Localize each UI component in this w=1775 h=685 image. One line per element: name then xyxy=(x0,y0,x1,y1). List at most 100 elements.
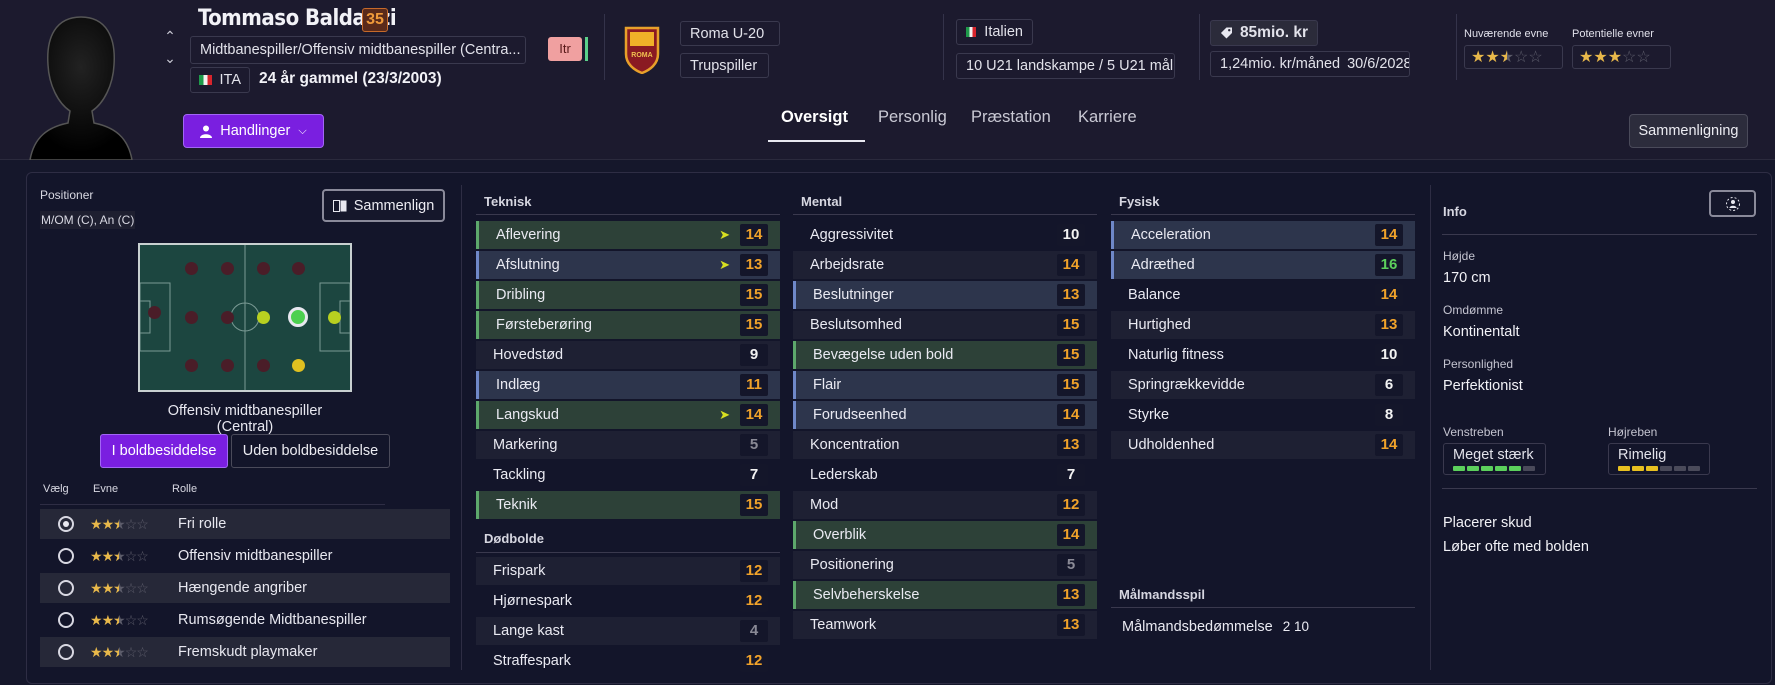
attribute-row[interactable]: Langskud ➤ 14 xyxy=(476,401,780,429)
attribute-row[interactable]: Acceleration 14 xyxy=(1111,221,1415,249)
role-row[interactable]: ★★★★☆☆ Rumsøgende Midtbanespiller xyxy=(40,605,450,635)
role-row[interactable]: ★★★★☆☆ Fremskudt playmaker xyxy=(40,637,450,667)
attribute-name: Adræthed xyxy=(1131,257,1195,273)
nation-code: ITA xyxy=(219,72,241,88)
attribute-row[interactable]: Mod 12 xyxy=(793,491,1097,519)
key-attribute-arrow-icon: ➤ xyxy=(719,257,730,272)
role-radio[interactable] xyxy=(58,644,74,660)
attribute-row[interactable]: Dribling 15 xyxy=(476,281,780,309)
attribute-row[interactable]: Forudseenhed 14 xyxy=(793,401,1097,429)
attribute-row[interactable]: Bevægelse uden bold 15 xyxy=(793,341,1097,369)
positions-value: M/OM (C), An (C) xyxy=(40,211,136,229)
potential-ability-label: Potentielle evner xyxy=(1572,28,1654,40)
star-empty-icon: ☆ xyxy=(1622,49,1637,66)
attribute-row[interactable]: Selvbeherskelse 13 xyxy=(793,581,1097,609)
attribute-name: Udholdenhed xyxy=(1128,437,1215,453)
attribute-row[interactable]: Frispark 12 xyxy=(476,557,780,585)
chevron-down-icon: ⌵ xyxy=(298,124,307,137)
attribute-row[interactable]: Aggressivitet 10 xyxy=(793,221,1097,249)
attribute-row[interactable]: Beslutninger 13 xyxy=(793,281,1097,309)
setpieces-title: Dødbolde xyxy=(484,531,544,546)
italy-flag-icon xyxy=(199,75,212,85)
select-column-header: Vælg xyxy=(43,483,69,495)
attribute-row[interactable]: Beslutsomhed 15 xyxy=(793,311,1097,339)
attribute-name: Mod xyxy=(810,497,839,513)
attribute-name: Koncentration xyxy=(810,437,900,453)
right-foot-bars xyxy=(1618,466,1702,471)
tab-personal[interactable]: Personlig xyxy=(878,108,947,127)
attribute-row[interactable]: Overblik 14 xyxy=(793,521,1097,549)
caps-text: 10 U21 landskampe / 5 U21 mål xyxy=(966,58,1174,74)
compare-positions-button[interactable]: Sammenlign xyxy=(322,189,445,222)
attribute-row[interactable]: Koncentration 13 xyxy=(793,431,1097,459)
attribute-row[interactable]: Arbejdsrate 14 xyxy=(793,251,1097,279)
attribute-row[interactable]: Udholdenhed 14 xyxy=(1111,431,1415,459)
attribute-name: Teamwork xyxy=(810,617,877,633)
previous-player-chevron-icon[interactable]: ⌃ xyxy=(160,28,180,44)
attribute-row[interactable]: Hurtighed 13 xyxy=(1111,311,1415,339)
attribute-name: Teknik xyxy=(496,497,538,513)
actions-button[interactable]: Handlinger ⌵ xyxy=(183,114,324,148)
star-full-icon: ★ xyxy=(90,548,103,564)
role-radio[interactable] xyxy=(58,548,74,564)
attribute-row[interactable]: Teamwork 13 xyxy=(793,611,1097,639)
attribute-row[interactable]: Hovedstød 9 xyxy=(476,341,780,369)
current-ability-stars: ★ ★ ★ ★ ☆ ☆ xyxy=(1464,45,1563,69)
right-foot-label: Højreben xyxy=(1608,425,1658,439)
attribute-row[interactable]: Straffespark 12 xyxy=(476,647,780,675)
wage-text: 1,24mio. kr/måned xyxy=(1220,56,1341,72)
right-foot-box: Rimelig xyxy=(1608,443,1710,475)
attribute-value: 13 xyxy=(1057,434,1085,456)
attribute-row[interactable]: Naturlig fitness 10 xyxy=(1111,341,1415,369)
role-radio[interactable] xyxy=(58,612,74,628)
attribute-row[interactable]: Adræthed 16 xyxy=(1111,251,1415,279)
tab-career[interactable]: Karriere xyxy=(1078,108,1137,127)
pitch-position-dot xyxy=(221,262,234,275)
star-full-icon: ★ xyxy=(101,516,115,532)
role-radio[interactable] xyxy=(58,580,74,596)
role-row[interactable]: ★★★★☆☆ Hængende angriber xyxy=(40,573,450,603)
attribute-row[interactable]: Aflevering ➤ 14 xyxy=(476,221,780,249)
star-empty-icon: ☆ xyxy=(1514,49,1529,66)
nation-box[interactable]: Italien xyxy=(956,19,1033,45)
pitch-position-dot xyxy=(292,262,305,275)
attribute-row[interactable]: Hjørnespark 12 xyxy=(476,587,780,615)
club-box[interactable]: Roma U-20 xyxy=(680,21,780,46)
next-player-chevron-icon[interactable]: ⌄ xyxy=(160,50,180,66)
current-ability-label: Nuværende evne xyxy=(1464,28,1549,40)
attribute-row[interactable]: Lange kast 4 xyxy=(476,617,780,645)
attribute-row[interactable]: Førsteberøring 15 xyxy=(476,311,780,339)
attribute-name: Dribling xyxy=(496,287,546,303)
attribute-value: 14 xyxy=(740,224,768,246)
info-settings-button[interactable] xyxy=(1709,190,1756,217)
attribute-row[interactable]: Markering 5 xyxy=(476,431,780,459)
attribute-row[interactable]: Styrke 8 xyxy=(1111,401,1415,429)
attribute-row[interactable]: Afslutning ➤ 13 xyxy=(476,251,780,279)
role-radio[interactable] xyxy=(58,516,74,532)
italy-flag-icon xyxy=(966,27,977,37)
attribute-row[interactable]: Teknik 15 xyxy=(476,491,780,519)
attribute-value: 9 xyxy=(740,344,768,366)
attribute-row[interactable]: Indlæg 11 xyxy=(476,371,780,399)
attribute-row[interactable]: Flair 15 xyxy=(793,371,1097,399)
attribute-row[interactable]: Lederskab 7 xyxy=(793,461,1097,489)
out-of-possession-toggle[interactable]: Uden boldbesiddelse xyxy=(231,434,390,468)
status-tag[interactable]: Itr xyxy=(548,37,582,61)
tab-performance[interactable]: Præstation xyxy=(971,108,1051,127)
pitch-position-dot xyxy=(185,311,198,324)
attribute-row[interactable]: Tackling 7 xyxy=(476,461,780,489)
info-title: Info xyxy=(1443,204,1467,219)
tab-overview[interactable]: Oversigt xyxy=(781,108,848,127)
star-half-icon: ★★ xyxy=(113,516,126,532)
role-row[interactable]: ★★★★☆☆ Offensiv midtbanespiller xyxy=(40,541,450,571)
position-pitch xyxy=(138,243,352,392)
attribute-value: 13 xyxy=(1057,584,1085,606)
in-possession-toggle[interactable]: I boldbesiddelse xyxy=(100,434,228,468)
attribute-row[interactable]: Springrækkevidde 6 xyxy=(1111,371,1415,399)
star-full-icon: ★ xyxy=(1593,49,1608,66)
attribute-row[interactable]: Balance 14 xyxy=(1111,281,1415,309)
comparison-button[interactable]: Sammenligning xyxy=(1629,114,1748,148)
attribute-value: 16 xyxy=(1375,254,1403,276)
attribute-row[interactable]: Positionering 5 xyxy=(793,551,1097,579)
role-row[interactable]: ★★★★☆☆ Fri rolle xyxy=(40,509,450,539)
